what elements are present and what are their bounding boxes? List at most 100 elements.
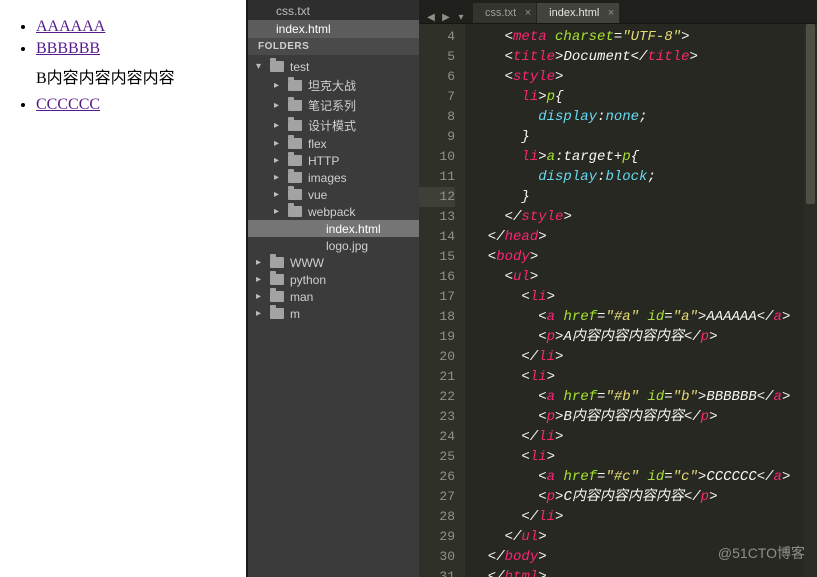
line-number: 7 [419, 87, 455, 107]
code-line: <p>C内容内容内容内容</p> [471, 487, 817, 507]
line-number: 23 [419, 407, 455, 427]
line-number: 17 [419, 287, 455, 307]
disclosure-arrow-icon [256, 274, 264, 285]
folders-header: FOLDERS [248, 38, 419, 55]
code-line: </html> [471, 567, 817, 577]
folder-icon [288, 155, 302, 166]
line-number: 11 [419, 167, 455, 187]
line-number: 10 [419, 147, 455, 167]
code-line: <li> [471, 367, 817, 387]
tree-label: webpack [308, 205, 355, 219]
tree-label: python [290, 273, 326, 287]
editor-tabbar: ◀ ▶ ▾ css.txt×index.html× [419, 0, 817, 24]
tree-folder[interactable]: 坦克大战 [248, 75, 419, 95]
code-line: </style> [471, 207, 817, 227]
disclosure-arrow-icon [274, 138, 282, 149]
preview-expanded-text: B内容内容内容内容 [36, 64, 238, 88]
line-number: 20 [419, 347, 455, 367]
disclosure-arrow-icon [256, 308, 264, 319]
nav-dropdown-icon[interactable]: ▾ [455, 11, 467, 23]
line-number: 4 [419, 27, 455, 47]
disclosure-arrow-icon [274, 120, 282, 131]
tree-label: index.html [326, 222, 381, 236]
code-line: </body> [471, 547, 817, 567]
code-line: } [471, 127, 817, 147]
disclosure-arrow-icon [256, 291, 264, 302]
code-line: <a href="#b" id="b">BBBBBB</a> [471, 387, 817, 407]
disclosure-arrow-icon [274, 80, 282, 91]
tree-folder[interactable]: 笔记系列 [248, 95, 419, 115]
code-text[interactable]: <meta charset="UTF-8"> <title>Document</… [465, 24, 817, 577]
list-item: BBBBBB B内容内容内容内容 [36, 40, 238, 88]
tree-label: WWW [290, 256, 324, 270]
tree-folder[interactable]: HTTP [248, 152, 419, 169]
sidebar: css.txtindex.html FOLDERS test坦克大战笔记系列设计… [248, 0, 419, 577]
code-line: } [471, 187, 817, 207]
code-line: </head> [471, 227, 817, 247]
tree-folder[interactable]: 设计模式 [248, 115, 419, 135]
preview-link-a[interactable]: AAAAAA [36, 18, 105, 35]
folder-icon [270, 291, 284, 302]
folder-icon [288, 138, 302, 149]
tree-folder[interactable]: vue [248, 186, 419, 203]
tree-folder[interactable]: man [248, 288, 419, 305]
close-icon[interactable]: × [525, 7, 531, 19]
tree-folder[interactable]: m [248, 305, 419, 322]
line-number: 29 [419, 527, 455, 547]
folder-icon [288, 100, 302, 111]
tree-label: vue [308, 188, 327, 202]
tree-label: m [290, 307, 300, 321]
tree-folder[interactable]: WWW [248, 254, 419, 271]
nav-fwd-icon[interactable]: ▶ [440, 11, 452, 23]
line-number: 30 [419, 547, 455, 567]
tree-folder[interactable]: python [248, 271, 419, 288]
folder-tree: test坦克大战笔记系列设计模式flexHTTP images vue webpack… [248, 55, 419, 328]
code-line: <ul> [471, 267, 817, 287]
line-number: 28 [419, 507, 455, 527]
line-gutter: 4567891011121314151617181920212223242526… [419, 24, 465, 577]
line-number: 15 [419, 247, 455, 267]
folder-icon [270, 257, 284, 268]
disclosure-arrow-icon [256, 61, 264, 72]
code-line: <p>B内容内容内容内容</p> [471, 407, 817, 427]
tree-label: 笔记系列 [308, 97, 356, 114]
line-number: 27 [419, 487, 455, 507]
tree-file[interactable]: index.html [248, 220, 419, 237]
preview-link-c[interactable]: CCCCCC [36, 96, 100, 113]
open-file-item[interactable]: css.txt [248, 2, 419, 20]
close-icon[interactable]: × [608, 7, 614, 19]
disclosure-arrow-icon [274, 172, 282, 183]
tree-file[interactable]: logo.jpg [248, 237, 419, 254]
code-line: li>p{ [471, 87, 817, 107]
tree-label: images [308, 171, 347, 185]
code-line: </li> [471, 427, 817, 447]
folder-icon [288, 172, 302, 183]
scrollbar-track[interactable] [804, 24, 817, 577]
line-number: 16 [419, 267, 455, 287]
code-line: <a href="#c" id="c">CCCCCC</a> [471, 467, 817, 487]
preview-link-b[interactable]: BBBBBB [36, 40, 100, 57]
line-number: 13 [419, 207, 455, 227]
tree-folder[interactable]: flex [248, 135, 419, 152]
code-line: display:none; [471, 107, 817, 127]
scrollbar-thumb[interactable] [806, 24, 815, 204]
tree-folder[interactable]: images [248, 169, 419, 186]
editor-tab[interactable]: css.txt× [473, 3, 537, 23]
line-number: 12 [419, 187, 455, 207]
line-number: 18 [419, 307, 455, 327]
editor-pane: ◀ ▶ ▾ css.txt×index.html× 45678910111213… [419, 0, 817, 577]
tree-label: man [290, 290, 313, 304]
line-number: 24 [419, 427, 455, 447]
open-file-item[interactable]: index.html [248, 20, 419, 38]
line-number: 21 [419, 367, 455, 387]
tree-folder[interactable]: test [248, 58, 419, 75]
disclosure-arrow-icon [274, 155, 282, 166]
line-number: 9 [419, 127, 455, 147]
editor-tab[interactable]: index.html× [537, 3, 620, 23]
tree-folder[interactable]: webpack [248, 203, 419, 220]
folder-icon [288, 189, 302, 200]
nav-back-icon[interactable]: ◀ [425, 11, 437, 23]
folder-icon [270, 308, 284, 319]
browser-preview: AAAAAA BBBBBB B内容内容内容内容 CCCCCC [0, 0, 246, 577]
code-line: </li> [471, 507, 817, 527]
